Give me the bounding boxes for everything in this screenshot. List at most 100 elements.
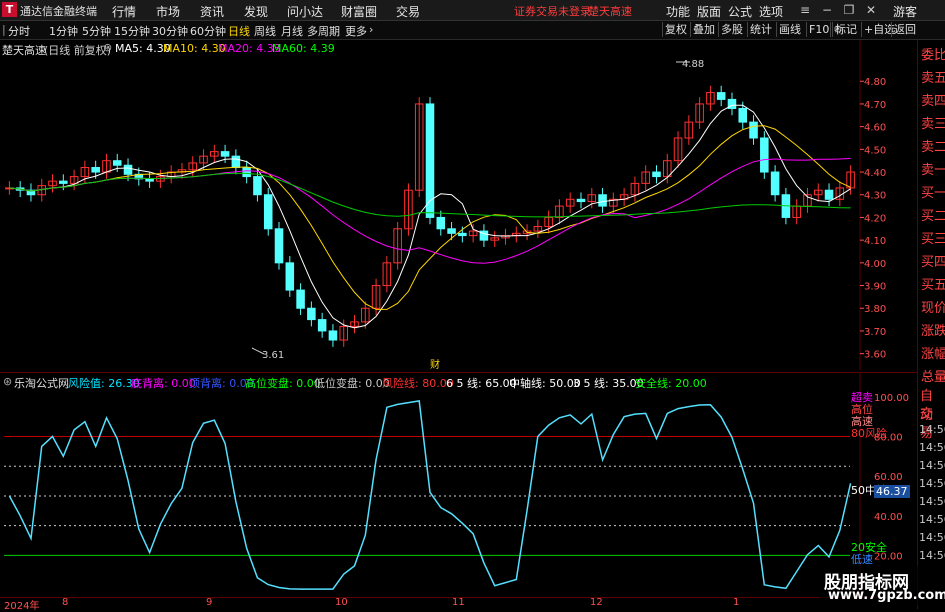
menu-quotes[interactable]: 行情 [112,3,136,20]
period-tab-5min[interactable]: 5分钟 [82,23,111,39]
menu-function[interactable]: 功能 [666,3,690,20]
panel-item-bid2[interactable]: 买二 [921,205,945,224]
candle-body [59,180,68,184]
ma10-label: MA10: 4.30 [163,42,226,55]
price-axis-tick: 4.60 [864,123,886,134]
toolbar-handle-icon: | [2,23,6,36]
current-value-badge: 46.37 [874,485,910,498]
mid-axis-line: 中轴线: 50.00 [509,377,581,390]
menu-news[interactable]: 资讯 [200,3,224,20]
time-tick: 14:56 [919,495,945,508]
menu-trade[interactable]: 交易 [396,3,420,20]
time-tick: 14:56 [919,513,945,526]
list-icon[interactable]: ≡ [796,3,814,17]
overlay-button[interactable]: 叠加 [690,22,717,37]
panel-item-change-pct[interactable]: 涨幅 [921,343,945,362]
period-tab-more[interactable]: 更多 [345,23,367,39]
candle-body [328,330,338,341]
stats-button[interactable]: 统计 [747,22,774,37]
period-tab-60min[interactable]: 60分钟 [190,23,226,39]
time-tick: 14:56 [919,549,945,562]
time-tick: 14:56 [919,423,945,436]
indicator-settings-icon[interactable]: ⊛ [3,375,12,388]
price-axis-tick: 3.70 [864,327,886,338]
more-chevron-icon[interactable]: › [369,23,373,36]
menu-formula[interactable]: 公式 [728,3,752,20]
panel-item-bid-ratio[interactable]: 委比 [921,44,945,63]
high-price-mark: 4.88 [682,59,704,70]
period-tab-multi[interactable]: 多周期 [307,23,340,39]
price-axis-tick: 4.30 [864,191,886,202]
menu-market[interactable]: 市场 [156,3,180,20]
panel-item-bid5[interactable]: 买五 [921,274,945,293]
candle-body [112,160,122,166]
panel-item-bid4[interactable]: 买四 [921,251,945,270]
menu-layout[interactable]: 版面 [697,3,721,20]
f10-button[interactable]: F10 [806,22,831,37]
period-tab-monthly[interactable]: 月线 [281,23,303,39]
panel-item-price[interactable]: 现价 [921,297,945,316]
risk-line: 风险线: 80.00 [382,377,454,390]
trade-login-notice[interactable]: 证券交易未登录 [514,3,591,19]
safe-line: 安全线: 20.00 [635,377,707,390]
candle-body [274,228,284,264]
panel-item-volume[interactable]: 总量 [921,366,945,385]
guest-user[interactable]: 游客 [893,3,917,20]
candle-body [824,189,834,200]
candle-body [285,262,295,291]
mark-button[interactable]: 标记 [832,22,859,37]
minimize-icon[interactable]: − [818,3,836,17]
price-axis-tick: 4.70 [864,100,886,111]
period-tab-weekly[interactable]: 周线 [254,23,276,39]
menu-options[interactable]: 选项 [759,3,783,20]
candle-body [242,167,251,178]
panel-item-ask1[interactable]: 卖一 [921,159,945,178]
price-chart-area[interactable]: 4.80 4.70 4.60 4.50 4.40 4.30 4.20 4.10 4.00 3.90… [0,40,917,370]
price-axis-tick: 3.90 [864,282,886,293]
panel-item-change[interactable]: 涨跌 [921,320,945,339]
period-tab-timeshare[interactable]: 分时 [8,23,30,39]
period-tab-daily[interactable]: 日线 [228,23,250,39]
panel-item-bid3[interactable]: 买三 [921,228,945,247]
period-tab-15min[interactable]: 15分钟 [114,23,150,39]
line-65: 6 5 线: 65.00 [446,377,517,390]
risk-value-curve [8,400,852,590]
candlestick-chart[interactable]: 4.80 4.70 4.60 4.50 4.40 4.30 4.20 4.10 4.00 3.90… [0,40,917,370]
candle-body [317,319,327,332]
indicator-chart[interactable]: 100.0080.0060.0040.0020.00 [0,373,917,599]
indicator-panel[interactable]: 100.00 80.00 60.00 40.00 20.00 ⊛ 乐淘公式网 风险值: … [0,372,917,599]
candle-body [145,178,154,182]
restore-icon[interactable]: ❐ [840,3,858,17]
adjust-button[interactable]: 复权 [662,22,689,37]
period-tab-1min[interactable]: 1分钟 [49,23,78,39]
time-axis: 2024年 8 9 10 11 12 1 [0,597,917,612]
back-button[interactable]: 返回 [891,22,918,37]
settings-icon[interactable]: ⊛ [103,41,112,54]
menu-ask[interactable]: 问小达 [287,3,323,20]
panel-item-ask3[interactable]: 卖三 [921,113,945,132]
panel-item-ask4[interactable]: 卖四 [921,90,945,109]
panel-item-ask2[interactable]: 卖二 [921,136,945,155]
period-tab-30min[interactable]: 30分钟 [152,23,188,39]
time-axis-month: 8 [62,597,69,608]
candle-body [760,137,769,173]
period-info: (日线 前复权) [44,44,112,57]
price-axis-tick: 4.40 [864,168,886,179]
risk80-label: 80风险 [851,427,887,440]
menu-wealth[interactable]: 财富圈 [341,3,377,20]
panel-item-bid1[interactable]: 买一 [921,182,945,201]
finance-event-mark: 财 [430,358,440,370]
time-tick: 14:56 [919,477,945,490]
time-axis-month: 10 [335,597,348,608]
candle-body [716,92,726,100]
panel-item-ask5[interactable]: 卖五 [921,67,945,86]
stock-notice[interactable]: 楚天高速 [588,3,632,19]
menu-discover[interactable]: 发现 [244,3,268,20]
multi-stock-button[interactable]: 多股 [718,22,745,37]
candle-body [123,164,133,175]
draw-line-button[interactable]: 画线 [776,22,803,37]
price-axis-tick: 3.60 [864,350,886,361]
close-icon[interactable]: ✕ [862,3,880,17]
stock-title: 楚天高速 [2,44,46,57]
candle-body [447,228,456,234]
